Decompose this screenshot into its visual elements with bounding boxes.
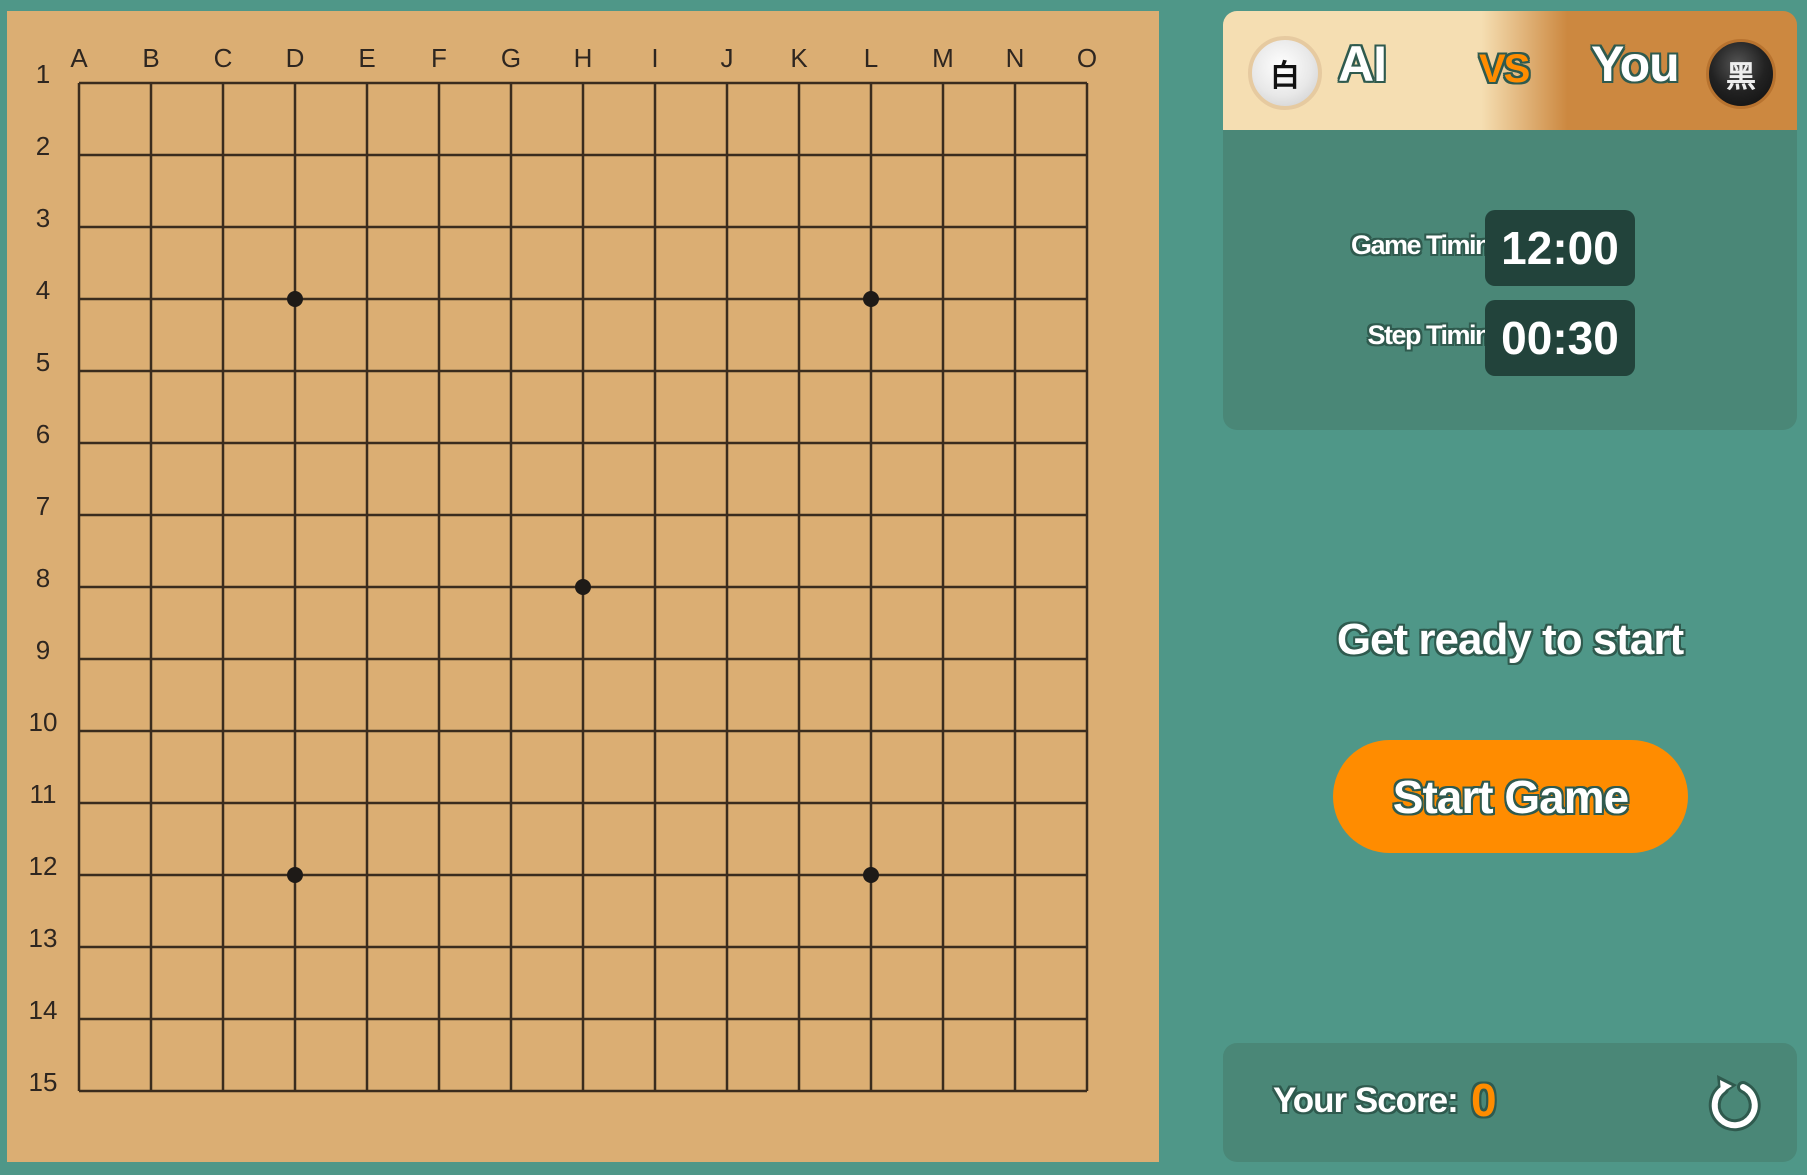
column-label-C: C	[213, 43, 233, 73]
row-label-9: 9	[35, 635, 51, 665]
column-label-O: O	[1076, 43, 1098, 73]
row-label-1: 1	[35, 59, 51, 89]
step-timer: 00:30	[1485, 300, 1635, 376]
row-label-7: 7	[35, 491, 51, 521]
row-label-10: 10	[28, 707, 58, 737]
board-grid[interactable]	[7, 11, 1159, 1162]
row-label-4: 4	[35, 275, 51, 305]
start-game-button[interactable]: Start Game	[1333, 740, 1688, 853]
black-stone-icon: 黑	[1706, 39, 1776, 109]
row-label-8: 8	[35, 563, 51, 593]
column-label-L: L	[863, 43, 879, 73]
game-status-text: Get ready to start	[1336, 615, 1684, 664]
row-label-14: 14	[28, 995, 58, 1025]
row-label-11: 11	[29, 779, 57, 809]
column-label-M: M	[932, 43, 954, 73]
gomoku-board[interactable]: ABCDEFGHIJKLMNO 1 2 3 4 5 6 7 8 9 10 11 12 13 14 15	[7, 11, 1159, 1162]
row-label-3: 3	[35, 203, 51, 233]
vs-label: VS	[1479, 47, 1530, 91]
column-label-K: K	[790, 43, 808, 73]
black-stone-glyph: 黑	[1726, 61, 1756, 94]
star-point-L12	[863, 867, 879, 883]
ai-player-name: AI	[1338, 36, 1387, 92]
restart-icon[interactable]	[1701, 1071, 1765, 1135]
star-point-H8	[575, 579, 591, 595]
column-label-G: G	[500, 43, 522, 73]
row-label-5: 5	[35, 347, 51, 377]
game-timing-row: Game Timing 12:00	[1223, 210, 1797, 286]
game-timer: 12:00	[1485, 210, 1635, 286]
white-stone-icon: 白	[1248, 36, 1322, 110]
row-label-6: 6	[35, 419, 51, 449]
star-point-L4	[863, 291, 879, 307]
players-header: 白 AI VS You 黑	[1223, 11, 1797, 130]
game-timing-label: Game Timing	[1350, 230, 1507, 260]
column-label-D: D	[285, 43, 305, 73]
human-player-name: You	[1591, 36, 1680, 92]
column-label-F: F	[431, 43, 447, 73]
row-label-2: 2	[35, 131, 51, 161]
star-point-D4	[287, 291, 303, 307]
column-label-J: J	[720, 43, 734, 73]
star-point-D12	[287, 867, 303, 883]
white-stone-glyph: 白	[1270, 60, 1300, 93]
column-label-E: E	[358, 43, 376, 73]
row-label-12: 12	[28, 851, 58, 881]
column-label-N: N	[1005, 43, 1025, 73]
score-panel: Your Score: 0	[1223, 1043, 1797, 1162]
step-timing-row: Step Timing 00:30	[1223, 300, 1797, 376]
score-value: 0	[1471, 1074, 1497, 1126]
column-label-I: I	[651, 43, 659, 73]
column-label-B: B	[142, 43, 160, 73]
row-label-15: 15	[28, 1067, 58, 1097]
score-label: Your Score:	[1273, 1081, 1459, 1120]
timing-panel: Game Timing 12:00 Step Timing 00:30	[1223, 130, 1797, 430]
column-label-H: H	[573, 43, 593, 73]
row-label-13: 13	[28, 923, 58, 953]
